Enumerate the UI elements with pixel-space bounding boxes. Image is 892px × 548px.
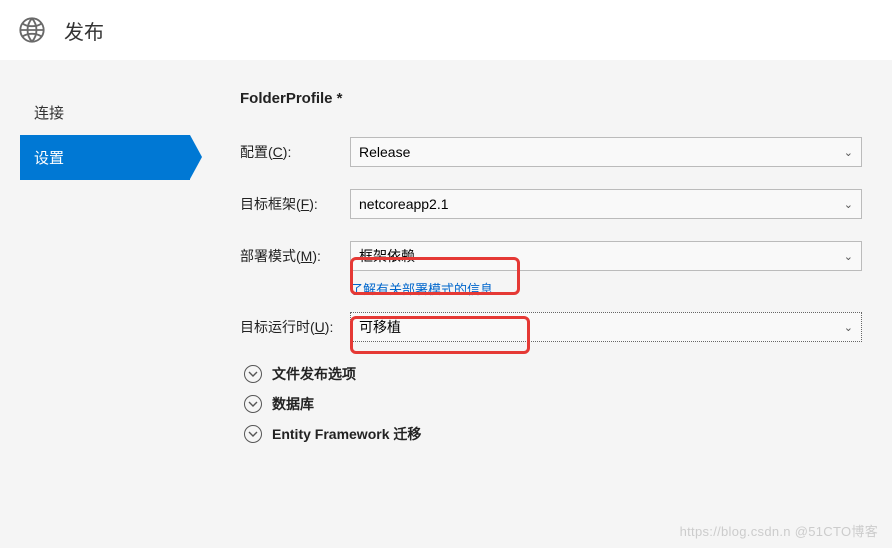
label-target-framework: 目标框架(F): [240,194,350,214]
select-target-framework[interactable]: netcoreapp2.1 ⌄ [350,189,862,219]
sidebar-item-settings[interactable]: 设置 [20,135,190,180]
expandable-file-publish-options[interactable]: 文件发布选项 [244,364,862,384]
header: 发布 [0,0,892,60]
label-configuration: 配置(C): [240,142,350,162]
expandable-database[interactable]: 数据库 [244,394,862,414]
chevron-down-icon: ⌄ [844,250,853,263]
row-target-runtime: 目标运行时(U): 可移植 ⌄ [240,312,862,342]
chevron-down-icon [244,425,262,443]
chevron-down-icon: ⌄ [844,198,853,211]
select-value: 可移植 [359,317,401,337]
body: 连接 设置 FolderProfile * 配置(C): Release ⌄ 目… [0,60,892,454]
row-target-framework: 目标框架(F): netcoreapp2.1 ⌄ [240,189,862,219]
link-deploy-mode-info[interactable]: 了解有关部署模式的信息 [350,279,862,298]
expandable-label: Entity Framework 迁移 [272,424,421,444]
row-configuration: 配置(C): Release ⌄ [240,137,862,167]
select-value: netcoreapp2.1 [359,196,449,212]
expandable-label: 文件发布选项 [272,364,356,384]
watermark: https://blog.csdn.n @51CTO博客 [680,521,878,540]
select-value: Release [359,144,410,160]
profile-title: FolderProfile * [240,90,862,107]
select-deploy-mode[interactable]: 框架依赖 ⌄ [350,241,862,271]
expandable-ef-migrations[interactable]: Entity Framework 迁移 [244,424,862,444]
select-value: 框架依赖 [359,246,415,266]
row-deploy-mode: 部署模式(M): 框架依赖 ⌄ [240,241,862,271]
label-deploy-mode: 部署模式(M): [240,246,350,266]
chevron-down-icon: ⌄ [844,321,853,334]
expandable-label: 数据库 [272,394,314,414]
sidebar-item-label: 设置 [34,150,64,167]
sidebar-item-connection[interactable]: 连接 [26,90,190,135]
sidebar: 连接 设置 [0,90,190,454]
select-configuration[interactable]: Release ⌄ [350,137,862,167]
page-title: 发布 [64,16,104,45]
chevron-down-icon [244,395,262,413]
sidebar-item-label: 连接 [34,105,64,122]
main: FolderProfile * 配置(C): Release ⌄ 目标框架(F)… [190,90,892,454]
chevron-down-icon [244,365,262,383]
globe-icon [18,16,46,44]
select-target-runtime[interactable]: 可移植 ⌄ [350,312,862,342]
chevron-down-icon: ⌄ [844,146,853,159]
label-target-runtime: 目标运行时(U): [240,317,350,337]
